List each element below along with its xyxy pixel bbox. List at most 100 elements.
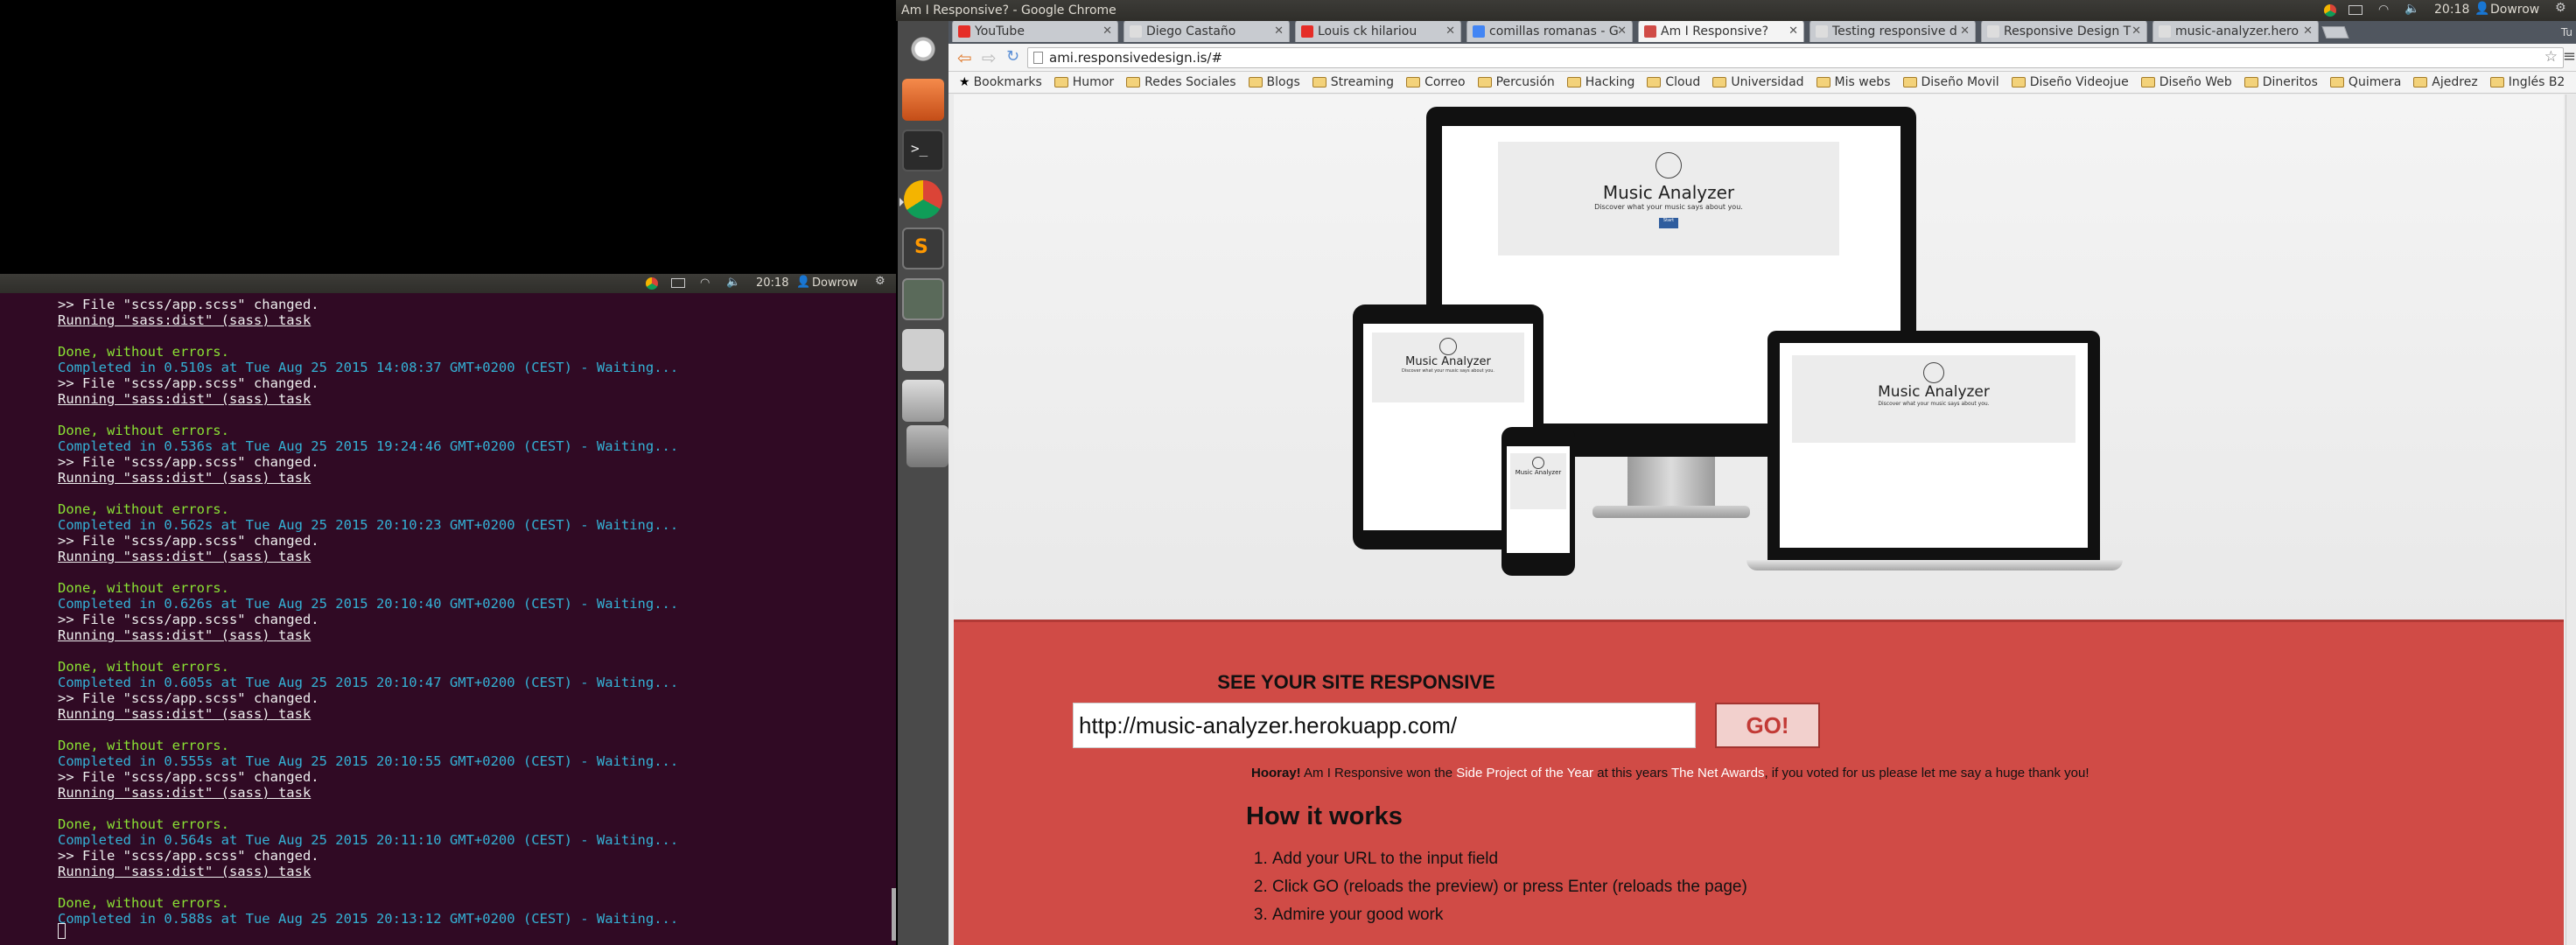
- drive-icon-2[interactable]: [902, 380, 944, 422]
- mail-icon[interactable]: [671, 278, 685, 288]
- panel-user[interactable]: Dowrow: [812, 276, 858, 290]
- side-project-link[interactable]: Side Project of the Year: [1456, 766, 1593, 780]
- terminal-line: >> File "scss/app.scss" changed.: [58, 848, 319, 864]
- bookmark-folder[interactable]: Dineritos: [2244, 75, 2318, 89]
- bookmark-label: Streaming: [1330, 75, 1395, 89]
- monitor-base: [1592, 506, 1750, 518]
- chrome-tray-icon[interactable]: [646, 277, 658, 290]
- mock-title-laptop: Music Analyzer: [1878, 383, 1990, 401]
- tab-4[interactable]: Am I Responsive? ✕: [1638, 19, 1804, 42]
- bookmark-folder[interactable]: Quimera: [2329, 75, 2401, 89]
- user-icon[interactable]: 👤: [796, 276, 810, 289]
- wifi-icon-main[interactable]: ◠: [2378, 3, 2389, 17]
- bookmark-folder[interactable]: Diseño Web: [2140, 75, 2232, 89]
- go-button[interactable]: GO!: [1715, 703, 1820, 748]
- chrome-icon-2[interactable]: [900, 180, 942, 219]
- terminal-scrollbar[interactable]: [892, 888, 896, 941]
- bookmark-label: Diseño Videojue: [2029, 75, 2129, 89]
- tab-0[interactable]: YouTube ✕: [952, 19, 1118, 42]
- terminal-line: Running "sass:dist" (sass) task: [58, 864, 312, 879]
- terminal-line: Completed in 0.510s at Tue Aug 25 2015 1…: [58, 360, 679, 375]
- tab-2[interactable]: Louis ck hilariou ✕: [1295, 19, 1461, 42]
- close-icon[interactable]: ✕: [1617, 24, 1627, 38]
- gear-icon[interactable]: ⚙: [875, 275, 886, 288]
- volume-icon-main[interactable]: 🔈: [2404, 2, 2419, 16]
- star-icon[interactable]: ☆: [2544, 48, 2558, 66]
- volume-icon[interactable]: 🔈: [726, 276, 740, 289]
- ubuntu-dash-icon-2[interactable]: [902, 28, 944, 70]
- bookmark-folder[interactable]: Streaming: [1312, 75, 1394, 89]
- address-bar[interactable]: ami.responsivedesign.is/# ☆: [1027, 47, 2564, 68]
- bookmark-label: Diseño Web: [2159, 75, 2232, 89]
- tab-7[interactable]: music-analyzer.hero ✕: [2152, 19, 2319, 42]
- gear-icon-main[interactable]: ⚙: [2555, 1, 2566, 15]
- close-icon[interactable]: ✕: [1274, 24, 1284, 38]
- close-icon[interactable]: ✕: [1102, 24, 1112, 38]
- close-icon[interactable]: ✕: [1960, 24, 1970, 38]
- terminal-line: Completed in 0.605s at Tue Aug 25 2015 2…: [58, 675, 679, 690]
- tab-3[interactable]: comillas romanas - G ✕: [1466, 19, 1633, 42]
- bookmark-folder[interactable]: Inglés B2: [2489, 75, 2565, 89]
- terminal-line: Completed in 0.555s at Tue Aug 25 2015 2…: [58, 753, 679, 769]
- close-icon[interactable]: ✕: [2303, 24, 2313, 38]
- back-arrow-icon[interactable]: ⇦: [957, 47, 972, 68]
- chrome-tray-icon-main[interactable]: [2324, 4, 2336, 17]
- bookmark-folder[interactable]: Ajedrez: [2413, 75, 2478, 89]
- notice-text-2: at this years: [1593, 766, 1671, 780]
- page-scrollbar[interactable]: [2566, 94, 2576, 945]
- close-icon[interactable]: ✕: [2132, 24, 2141, 38]
- bookmark-folder[interactable]: Percusión: [1477, 75, 1555, 89]
- net-awards-link[interactable]: The Net Awards: [1671, 766, 1764, 780]
- wifi-icon[interactable]: ◠: [700, 276, 710, 290]
- reload-icon[interactable]: ↻: [1006, 47, 1019, 66]
- bookmark-label: Mis webs: [1834, 75, 1891, 89]
- terminal-window[interactable]: >> File "scss/app.scss" changed. Running …: [0, 293, 896, 945]
- bookmark-folder[interactable]: Diseño Movil: [1902, 75, 1999, 89]
- bookmarks-label[interactable]: Bookmarks: [974, 75, 1042, 89]
- bookmark-folder[interactable]: Mis webs: [1816, 75, 1891, 89]
- mock-logo-icon: [1656, 152, 1682, 178]
- bookmark-folder[interactable]: Correo: [1406, 75, 1466, 89]
- tab-5[interactable]: Testing responsive d ✕: [1810, 19, 1976, 42]
- lang-indicator[interactable]: Tu: [2561, 26, 2572, 38]
- bookmark-folder[interactable]: Universidad: [1712, 75, 1804, 89]
- mock-subtitle-tablet: Discover what your music says about you.: [1401, 368, 1495, 374]
- tab-label: YouTube: [975, 24, 1025, 38]
- window-title: Am I Responsive? - Google Chrome: [901, 4, 1116, 18]
- top-user[interactable]: Dowrow: [2490, 3, 2539, 17]
- tab-1[interactable]: Diego Castaño ✕: [1124, 19, 1290, 42]
- bookmark-folder[interactable]: Redes Sociales: [1126, 75, 1236, 89]
- new-tab-button[interactable]: [2321, 26, 2349, 38]
- trash-icon-2[interactable]: [906, 425, 948, 467]
- bookmark-folder[interactable]: Blogs: [1248, 75, 1300, 89]
- sublime-icon-2[interactable]: S: [902, 228, 944, 270]
- url-input[interactable]: [1073, 703, 1696, 748]
- desktop-top-panel: [0, 0, 896, 274]
- forward-arrow-icon[interactable]: ⇨: [982, 47, 997, 68]
- terminal-line: Done, without errors.: [58, 895, 229, 911]
- user-icon-main[interactable]: 👤: [2474, 2, 2489, 16]
- bookmark-folder[interactable]: Humor: [1054, 75, 1114, 89]
- workspace-icon-2[interactable]: [902, 278, 944, 320]
- folder-icon: [1312, 77, 1326, 88]
- panel-clock[interactable]: 20:18: [756, 276, 788, 290]
- bookmark-folder[interactable]: Diseño Videojue: [2011, 75, 2129, 89]
- menu-icon[interactable]: ≡: [2563, 47, 2576, 66]
- page-icon: [1033, 52, 1043, 64]
- top-clock[interactable]: 20:18: [2434, 3, 2469, 17]
- terminal-icon-2[interactable]: >_: [902, 130, 944, 172]
- terminal-line: Running "sass:dist" (sass) task: [58, 391, 312, 407]
- folder-icon: [1712, 77, 1727, 88]
- files-icon-2[interactable]: [902, 79, 944, 121]
- mail-icon-main[interactable]: [2348, 5, 2362, 15]
- close-icon[interactable]: ✕: [1788, 24, 1798, 38]
- terminal-line: Done, without errors.: [58, 344, 229, 360]
- terminal-line: Running "sass:dist" (sass) task: [58, 470, 312, 486]
- bookmark-folder[interactable]: Hacking: [1566, 75, 1634, 89]
- tab-6[interactable]: Responsive Design T ✕: [1981, 19, 2147, 42]
- network-icon-2[interactable]: [902, 329, 944, 371]
- bookmark-folder[interactable]: Cloud: [1647, 75, 1700, 89]
- folder-icon: [1406, 77, 1421, 88]
- close-icon[interactable]: ✕: [1446, 24, 1455, 38]
- tab-label: Diego Castaño: [1146, 24, 1236, 38]
